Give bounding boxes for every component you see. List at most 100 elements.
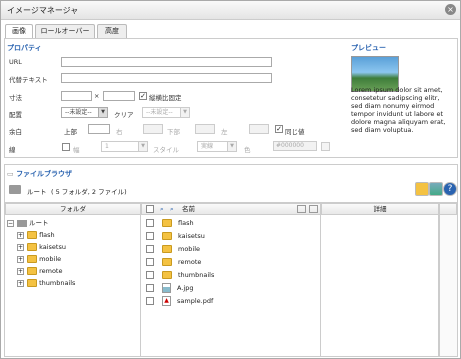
- size-label: 寸法: [9, 94, 22, 102]
- file-row[interactable]: remote: [146, 257, 201, 267]
- width-input[interactable]: [61, 91, 92, 101]
- file-name: remote: [178, 258, 202, 266]
- scrollbar[interactable]: [439, 215, 457, 356]
- border-width-select[interactable]: 1 ▼: [101, 141, 148, 152]
- tree-item-label: remote: [39, 267, 63, 275]
- name-header-label: 名前: [182, 205, 195, 213]
- row-checkbox[interactable]: [146, 232, 154, 240]
- border-width-label: 幅: [73, 146, 80, 154]
- close-icon[interactable]: ×: [445, 4, 456, 15]
- pdf-file-icon: ▲: [162, 296, 171, 306]
- folder-icon: [162, 232, 172, 240]
- file-row[interactable]: A.jpg: [146, 283, 193, 293]
- tree-item-remote[interactable]: + remote: [17, 266, 62, 276]
- margin-label: 余白: [9, 128, 22, 136]
- file-row[interactable]: mobile: [146, 244, 200, 254]
- row-checkbox[interactable]: [146, 245, 154, 253]
- row-checkbox[interactable]: [146, 297, 154, 305]
- title-bar: イメージマネージャ ×: [1, 1, 460, 20]
- margin-left-input[interactable]: [249, 124, 269, 134]
- row-checkbox[interactable]: [146, 219, 154, 227]
- expand-icon[interactable]: +: [17, 231, 24, 239]
- select-all-checkbox[interactable]: [146, 205, 154, 213]
- new-folder-icon[interactable]: [415, 182, 429, 196]
- tree-item-thumbnails[interactable]: + thumbnails: [17, 278, 75, 288]
- tree-item-flash[interactable]: + flash: [17, 230, 55, 240]
- url-input[interactable]: [61, 57, 272, 67]
- alt-input[interactable]: [61, 73, 272, 83]
- expand-icon[interactable]: +: [17, 243, 24, 251]
- search-icon[interactable]: ⌕: [160, 204, 164, 214]
- margin-same-checkbox[interactable]: ✓: [275, 125, 283, 133]
- border-style-select[interactable]: 実線 ▼: [197, 141, 237, 152]
- tree-item-mobile[interactable]: + mobile: [17, 254, 61, 264]
- search-icon[interactable]: ⌕: [170, 204, 174, 214]
- file-row[interactable]: kaisetsu: [146, 231, 205, 241]
- preview-text: Lorem ipsum dolor sit amet, consetetur s…: [351, 86, 446, 135]
- clear-label: クリア: [114, 111, 134, 119]
- border-checkbox[interactable]: [62, 143, 70, 151]
- margin-bottom-input[interactable]: [195, 124, 215, 134]
- name-column-header: ⌕ ⌕ 名前: [141, 203, 321, 215]
- clear-select[interactable]: --未設定-- ▼: [142, 107, 190, 118]
- border-width-value: 1: [105, 143, 109, 150]
- view-toggle-icon[interactable]: [297, 205, 306, 213]
- height-input[interactable]: [103, 91, 135, 101]
- file-row[interactable]: flash: [146, 218, 194, 228]
- folder-icon: [27, 255, 37, 263]
- chevron-down-icon: ▼: [180, 108, 189, 117]
- keep-ratio-label: 縦横比固定: [149, 94, 182, 102]
- detail-pane: [321, 215, 439, 356]
- tree-root[interactable]: − ルート: [7, 218, 49, 228]
- folder-tree-pane: − ルート + flash + kaisetsu + mobile + remot…: [5, 215, 141, 356]
- folder-icon: [162, 219, 172, 227]
- file-name: thumbnails: [178, 271, 215, 279]
- folder-icon: [162, 245, 172, 253]
- row-checkbox[interactable]: [146, 284, 154, 292]
- tree-item-label: mobile: [39, 255, 62, 263]
- file-row[interactable]: thumbnails: [146, 270, 214, 280]
- align-select[interactable]: --未設定-- ▼: [61, 107, 108, 118]
- folder-icon: [162, 271, 172, 279]
- row-checkbox[interactable]: [146, 271, 154, 279]
- margin-right-input[interactable]: [143, 124, 163, 134]
- margin-top-label: 上部: [64, 128, 77, 136]
- row-checkbox[interactable]: [146, 258, 154, 266]
- margin-top-input[interactable]: [88, 124, 110, 134]
- expand-icon[interactable]: +: [17, 255, 24, 263]
- help-icon[interactable]: ?: [443, 182, 457, 196]
- size-x: ×: [94, 92, 100, 100]
- chevron-down-icon: ▼: [138, 142, 147, 151]
- border-style-value: 実線: [201, 143, 214, 150]
- tree-root-label: ルート: [29, 219, 49, 227]
- expand-icon[interactable]: +: [17, 267, 24, 275]
- margin-left-label: 左: [221, 128, 228, 136]
- align-label: 配置: [9, 111, 22, 119]
- clear-value: --未設定--: [146, 109, 173, 116]
- keep-ratio-checkbox[interactable]: ✓: [139, 92, 147, 100]
- sort-icon[interactable]: [309, 205, 318, 213]
- image-manager-window: イメージマネージャ × 画像 ロールオーバー 高度 プロパティ URL 代替テキ…: [0, 0, 461, 359]
- color-picker-icon[interactable]: [321, 142, 330, 151]
- drive-icon: [17, 219, 27, 227]
- border-color-input[interactable]: #000000: [273, 141, 317, 151]
- collapse-icon[interactable]: −: [7, 219, 14, 227]
- tree-item-label: thumbnails: [39, 279, 76, 287]
- border-style-label: スタイル: [153, 146, 179, 154]
- folder-icon: [27, 279, 37, 287]
- upload-icon[interactable]: [429, 182, 443, 196]
- tree-item-label: flash: [39, 231, 55, 239]
- margin-bottom-label: 下部: [167, 128, 180, 136]
- properties-heading: プロパティ: [7, 44, 42, 52]
- tree-item-kaisetsu[interactable]: + kaisetsu: [17, 242, 66, 252]
- file-name: sample.pdf: [177, 297, 214, 305]
- detail-column-header: 詳細: [321, 203, 439, 215]
- root-count: ( 5 フォルダ, 2 ファイル): [51, 188, 127, 196]
- file-row[interactable]: ▲ sample.pdf: [146, 296, 213, 306]
- tab-image[interactable]: 画像: [5, 24, 33, 39]
- border-color-label: 色: [244, 146, 251, 154]
- tab-rollover[interactable]: ロールオーバー: [35, 24, 95, 38]
- tab-advanced[interactable]: 高度: [97, 24, 127, 38]
- expand-icon[interactable]: +: [17, 279, 24, 287]
- folder-icon: [27, 231, 37, 239]
